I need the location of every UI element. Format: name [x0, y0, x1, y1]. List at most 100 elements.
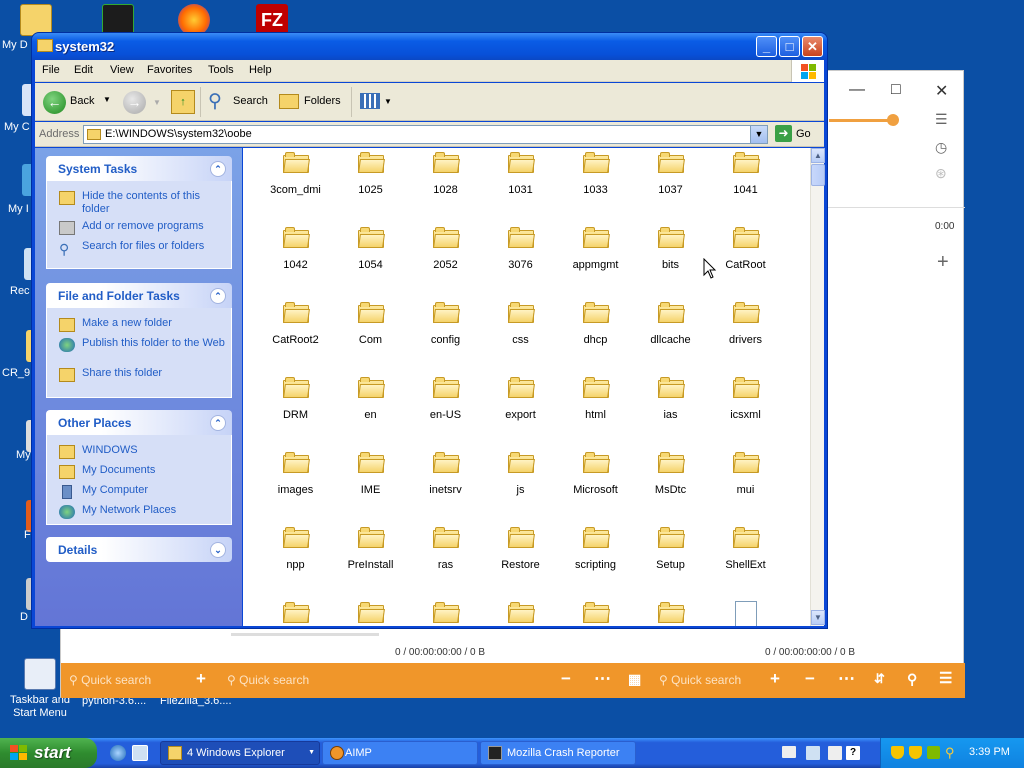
collapse-chevron-icon[interactable]: ⌃	[210, 415, 226, 431]
folder-item[interactable]: CatRoot	[708, 223, 783, 298]
vertical-scrollbar[interactable]: ▲ ▼	[810, 148, 825, 626]
aimp-minimize-button[interactable]: —	[849, 81, 865, 99]
folder-item[interactable]: appmgmt	[558, 223, 633, 298]
folder-item[interactable]: drivers	[708, 298, 783, 373]
place-my-network-places[interactable]: My Network Places	[59, 504, 227, 520]
folder-item[interactable]: en	[333, 373, 408, 448]
up-folder-button[interactable]: ↑	[171, 90, 195, 114]
maximize-button[interactable]: □	[779, 36, 800, 57]
folder-item[interactable]: 3076	[483, 223, 558, 298]
folder-item[interactable]: icsxml	[708, 373, 783, 448]
folder-item[interactable]	[258, 598, 333, 626]
close-button[interactable]: ✕	[802, 36, 823, 57]
help-icon[interactable]: ?	[846, 746, 860, 760]
folder-item[interactable]: Setup	[633, 523, 708, 598]
remove-icon[interactable]: −	[805, 669, 815, 689]
folder-item[interactable]	[633, 598, 708, 626]
place-windows[interactable]: WINDOWS	[59, 444, 227, 460]
folder-item[interactable]: ShellExt	[708, 523, 783, 598]
scroll-up-button[interactable]: ▲	[811, 148, 825, 163]
search-tray-icon[interactable]: ⚲	[945, 746, 958, 759]
internet-explorer-icon[interactable]	[110, 745, 126, 761]
address-dropdown-button[interactable]: ▼	[750, 126, 767, 143]
folder-item[interactable]: 1042	[258, 223, 333, 298]
folder-item[interactable]	[708, 598, 783, 626]
folder-item[interactable]: CatRoot2	[258, 298, 333, 373]
collapse-chevron-icon[interactable]: ⌃	[210, 161, 226, 177]
folder-item[interactable]: DRM	[258, 373, 333, 448]
folder-item[interactable]: export	[483, 373, 558, 448]
menu-favorites[interactable]: Favorites	[147, 64, 192, 76]
folder-item[interactable]: html	[558, 373, 633, 448]
folder-item[interactable]: images	[258, 448, 333, 523]
folder-item[interactable]: bits	[633, 223, 708, 298]
folder-item[interactable]: 1037	[633, 148, 708, 223]
grid-icon[interactable]: ▦	[628, 671, 641, 688]
folder-item[interactable]	[408, 598, 483, 626]
taskbar-item-windows-explorer[interactable]: 4 Windows Explorer ▼	[160, 741, 320, 765]
minimize-button[interactable]: _	[756, 36, 777, 57]
folder-item[interactable]: 3com_dmi	[258, 148, 333, 223]
media-icon[interactable]	[132, 745, 148, 761]
taskbar-item-aimp[interactable]: AIMP	[322, 741, 478, 765]
folder-item[interactable]: Microsoft	[558, 448, 633, 523]
folder-item[interactable]: config	[408, 298, 483, 373]
folder-item[interactable]: MsDtc	[633, 448, 708, 523]
panel-header[interactable]: Details ⌄	[46, 537, 232, 562]
folder-item[interactable]: en-US	[408, 373, 483, 448]
menu-edit[interactable]: Edit	[74, 64, 93, 76]
collapse-chevron-icon[interactable]: ⌃	[210, 288, 226, 304]
place-my-documents[interactable]: My Documents	[59, 464, 227, 480]
aimp-close-button[interactable]: ✕	[935, 81, 948, 101]
search-icon[interactable]: ⚲	[907, 671, 917, 688]
scroll-down-button[interactable]: ▼	[811, 610, 825, 625]
chevron-down-icon[interactable]: ▼	[153, 98, 161, 107]
more-icon[interactable]: ⋯	[594, 669, 611, 689]
folder-item[interactable]: 1025	[333, 148, 408, 223]
keyboard-icon[interactable]	[782, 746, 796, 758]
folder-item[interactable]: 1033	[558, 148, 633, 223]
folder-item[interactable]: npp	[258, 523, 333, 598]
start-button[interactable]: start	[0, 738, 97, 768]
add-icon[interactable]: +	[770, 669, 780, 689]
folder-item[interactable]: inetsrv	[408, 448, 483, 523]
folder-item[interactable]: dhcp	[558, 298, 633, 373]
task-search-files[interactable]: ⚲ Search for files or folders	[59, 240, 227, 257]
folder-item[interactable]: ias	[633, 373, 708, 448]
folder-item[interactable]	[483, 598, 558, 626]
task-make-new-folder[interactable]: Make a new folder	[59, 317, 227, 333]
search-button[interactable]: ⚲ Search	[205, 87, 271, 117]
security-shield-icon[interactable]	[909, 746, 922, 759]
add-playlist-icon[interactable]: +	[937, 251, 949, 274]
folder-item[interactable]: Com	[333, 298, 408, 373]
folder-item[interactable]: scripting	[558, 523, 633, 598]
panel-header[interactable]: Other Places ⌃	[46, 410, 232, 435]
menu-icon[interactable]: ☰	[939, 669, 952, 687]
expand-chevron-icon[interactable]: ⌄	[210, 542, 226, 558]
panel-header[interactable]: File and Folder Tasks ⌃	[46, 283, 232, 308]
aimp-scrollbar[interactable]	[231, 633, 379, 636]
folder-item[interactable]	[333, 598, 408, 626]
chevron-down-icon[interactable]: ▼	[103, 95, 111, 104]
folder-item[interactable]: 1031	[483, 148, 558, 223]
title-bar[interactable]: system32 _ □ ✕	[32, 33, 827, 60]
task-share-folder[interactable]: Share this folder	[59, 367, 227, 383]
aimp-volume-slider[interactable]	[829, 119, 893, 122]
folder-item[interactable]: PreInstall	[333, 523, 408, 598]
folder-item[interactable]: IME	[333, 448, 408, 523]
folder-item[interactable]: Restore	[483, 523, 558, 598]
quick-search-input-2[interactable]: ⚲ Quick search	[227, 673, 309, 687]
back-button[interactable]: ← Back ▼	[39, 87, 113, 117]
task-publish-to-web[interactable]: Publish this folder to the Web	[59, 337, 227, 365]
aimp-volume-knob[interactable]	[887, 114, 899, 126]
equalizer-icon[interactable]: ☰	[935, 111, 948, 128]
menu-view[interactable]: View	[110, 64, 134, 76]
desktop-icon[interactable]	[828, 746, 842, 760]
menu-help[interactable]: Help	[249, 64, 272, 76]
folder-item[interactable]	[558, 598, 633, 626]
place-my-computer[interactable]: My Computer	[59, 484, 227, 500]
broadcast-icon[interactable]: ⊛	[935, 165, 947, 182]
folder-item[interactable]: js	[483, 448, 558, 523]
panel-header[interactable]: System Tasks ⌃	[46, 156, 232, 181]
folder-item[interactable]: 1041	[708, 148, 783, 223]
